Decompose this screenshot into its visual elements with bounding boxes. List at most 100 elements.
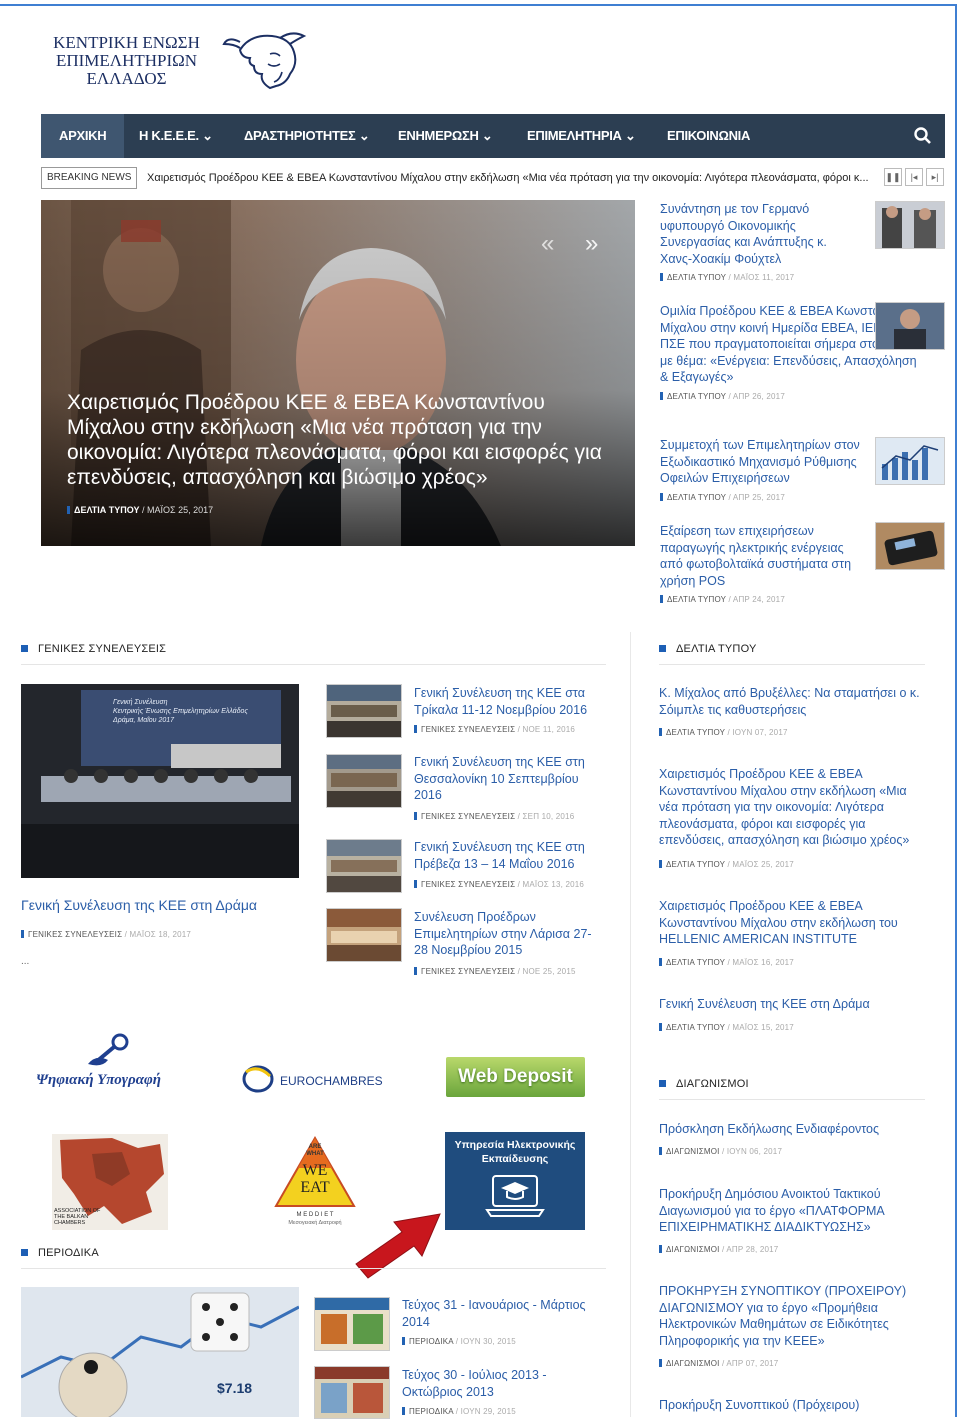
general-assembly-item-title[interactable]: Γενική Συνέλευση της ΚΕΕ στη Πρέβεζα 13 …: [414, 839, 604, 872]
graduation-laptop-icon: [485, 1175, 545, 1217]
category-marker: [659, 728, 662, 736]
search-icon[interactable]: [913, 126, 933, 146]
general-assembly-thumbnail[interactable]: [326, 684, 402, 738]
section-heading-press-releases: ΔΕΛΤΙΑ ΤΥΠΟΥ: [659, 643, 757, 663]
nav-item-kee[interactable]: Η Κ.Ε.Ε.Ε. ⌄: [139, 114, 213, 158]
periodical-item-title[interactable]: Τεύχος 31 - Ιανουάριος - Μάρτιος 2014: [402, 1297, 602, 1330]
periodical-cover-thumbnail[interactable]: [314, 1297, 390, 1351]
periodical-item-meta: ΠΕΡΙΟΔΙΚΑ / ΙΟΥΝ 30, 2015: [402, 1337, 516, 1346]
logo-line-2: ΕΠΙΜΕΛΗΤΗΡΙΩΝ: [55, 51, 198, 70]
pause-icon[interactable]: ❚❚: [884, 168, 902, 186]
balkan-chambers-logo[interactable]: ASSOCIATION OF THE BALKAN CHAMBERS: [52, 1134, 168, 1230]
category-marker: [414, 725, 417, 733]
e-learning-text: Υπηρεσία Ηλεκτρονικής Εκπαίδευσης: [454, 1139, 576, 1165]
general-assembly-item-title[interactable]: Γενική Συνέλευση της ΚΕΕ στη Θεσσαλονίκη…: [414, 754, 604, 804]
top-news-title[interactable]: Συμμετοχή των Επιμελητηρίων στον Εξωδικα…: [660, 437, 860, 487]
category-marker: [21, 930, 24, 938]
slider-prev-icon[interactable]: «: [541, 230, 554, 258]
breaking-news-text[interactable]: Χαιρετισμός Προέδρου ΚΕΕ & ΕΒΕΑ Κωνσταντ…: [147, 167, 875, 189]
site-logo[interactable]: ΚΕΝΤΡΙΚΗ ΕΝΩΣΗ ΕΠΙΜΕΛΗΤΗΡΙΩΝ ΕΛΛΑΔΟΣ: [44, 30, 307, 92]
general-assembly-item-meta: ΓΕΝΙΚΕΣ ΣΥΝΕΛΕΥΣΕΙΣ / ΣΕΠ 10, 2016: [414, 812, 574, 821]
breaking-news-bar: BREAKING NEWS Χαιρετισμός Προέδρου ΚΕΕ &…: [41, 167, 945, 189]
general-assembly-item-title[interactable]: Συνέλευση Προέδρων Επιμελητηρίων στην Λά…: [414, 909, 604, 959]
top-news-thumbnail[interactable]: [875, 302, 945, 350]
category-marker: [414, 880, 417, 888]
nav-item-chambers[interactable]: ΕΠΙΜΕΛΗΤΗΡΙΑ ⌄: [527, 114, 636, 158]
chevron-down-icon: ⌄: [202, 128, 213, 143]
category-marker: [402, 1407, 405, 1415]
hero-title[interactable]: Χαιρετισμός Προέδρου ΚΕΕ & ΕΒΕΑ Κωνσταντ…: [67, 390, 627, 490]
digital-signature-logo[interactable]: Ψηφιακή Υπογραφή: [36, 1030, 184, 1102]
e-learning-service-banner[interactable]: Υπηρεσία Ηλεκτρονικής Εκπαίδευσης: [445, 1132, 585, 1230]
general-assembly-item-meta: ΓΕΝΙΚΕΣ ΣΥΝΕΛΕΥΣΕΙΣ / ΝΟΕ 25, 2015: [414, 967, 576, 976]
svg-text:$7.18: $7.18: [217, 1380, 252, 1396]
general-assembly-thumbnail[interactable]: [326, 754, 402, 808]
meddiet-logo[interactable]: ARE WHAT WE EAT M E D D I E T Μεσογειακή…: [272, 1134, 358, 1230]
tender-title[interactable]: Προκήρυξη Συνοπτικού (Πρόχειρου): [659, 1397, 921, 1414]
press-release-title[interactable]: Χαιρετισμός Προέδρου ΚΕΕ & ΕΒΕΑ Κωνσταντ…: [659, 766, 923, 849]
nav-item-news[interactable]: ΕΝΗΜΕΡΩΣΗ ⌄: [398, 114, 493, 158]
nav-item-home[interactable]: ΑΡΧΙΚΗ: [41, 114, 125, 158]
slider-next-icon[interactable]: »: [585, 230, 598, 258]
nav-item-activities[interactable]: ΔΡΑΣΤΗΡΙΟΤΗΤΕΣ ⌄: [244, 114, 370, 158]
top-news-thumbnail[interactable]: [875, 201, 945, 249]
excerpt-ellipsis: ...: [21, 956, 30, 967]
category-marker: [660, 391, 663, 400]
category-marker: [660, 492, 663, 501]
periodical-item-title[interactable]: Τεύχος 30 - Ιούλιος 2013 - Οκτώβριος 201…: [402, 1367, 602, 1400]
eurochambres-swirl-icon: [242, 1065, 274, 1093]
general-assembly-thumbnail[interactable]: [326, 908, 402, 962]
hero-meta: ΔΕΛΤΙΑ ΤΥΠΟΥ / ΜΑΪΟΣ 25, 2017: [67, 505, 213, 515]
category-marker: [660, 595, 663, 603]
category-marker: [659, 958, 662, 966]
hero-slide[interactable]: « » Χαιρετισμός Προέδρου ΚΕΕ & ΕΒΕΑ Κωνσ…: [41, 200, 635, 546]
category-marker: [659, 1245, 662, 1253]
section-heading-general-assemblies: ΓΕΝΙΚΕΣ ΣΥΝΕΛΕΥΣΕΙΣ: [21, 643, 166, 663]
tender-meta: ΔΙΑΓΩΝΙΣΜΟΙ / ΑΠΡ 28, 2017: [659, 1245, 778, 1254]
top-news-meta: ΔΕΛΤΙΑ ΤΥΠΟΥ / ΑΠΡ 25, 2017: [660, 492, 944, 502]
previous-icon[interactable]: |◂: [905, 168, 923, 186]
tender-title[interactable]: Πρόσκληση Εκδήλωσης Ενδιαφέροντος: [659, 1121, 921, 1138]
press-release-title[interactable]: Κ. Μίχαλος από Βρυξέλλες: Να σταματήσει …: [659, 685, 921, 718]
top-news-thumbnail[interactable]: [875, 437, 945, 485]
web-deposit-logo[interactable]: Web Deposit: [446, 1057, 585, 1097]
general-assembly-item-title[interactable]: Γενική Συνέλευση της ΚΕΕ στα Τρίκαλα 11-…: [414, 685, 604, 718]
we-are-what-we-eat-text: ARE WHAT: [306, 1144, 324, 1157]
top-news-title[interactable]: Συνάντηση με τον Γερμανό υφυπουργό Οικον…: [660, 201, 860, 267]
window-frame-top: [0, 4, 957, 6]
periodical-cover-thumbnail[interactable]: [314, 1366, 390, 1419]
category-marker: [660, 273, 663, 281]
general-assembly-thumbnail[interactable]: [326, 839, 402, 893]
general-assembly-item-meta: ΓΕΝΙΚΕΣ ΣΥΝΕΛΕΥΣΕΙΣ / ΝΟΕ 11, 2016: [414, 725, 575, 734]
hero-date: ΜΑΪΟΣ 25, 2017: [147, 505, 214, 515]
top-news-meta: ΔΕΛΤΙΑ ΤΥΠΟΥ / ΑΠΡ 24, 2017: [660, 595, 944, 604]
tender-title[interactable]: Προκήρυξη Δημόσιου Ανοικτού Τακτικού Δια…: [659, 1186, 921, 1236]
press-release-title[interactable]: Χαιρετισμός Προέδρου ΚΕΕ & ΕΒΕΑ Κωνσταντ…: [659, 898, 921, 948]
category-marker: [659, 1023, 662, 1031]
top-news-meta: ΔΕΛΤΙΑ ΤΥΠΟΥ / ΜΑΪΟΣ 11, 2017: [660, 273, 944, 282]
tender-meta: ΔΙΑΓΩΝΙΣΜΟΙ / ΙΟΥΝ 06, 2017: [659, 1147, 782, 1156]
chevron-down-icon: ⌄: [481, 128, 493, 143]
section-divider: [21, 664, 606, 665]
general-assembly-featured-image[interactable]: Γενική Συνέλευση Κεντρικής Ένωσης Επιμελ…: [21, 684, 299, 878]
general-assembly-featured-title[interactable]: Γενική Συνέλευση της ΚΕΕ στη Δράμα: [21, 897, 311, 914]
next-icon[interactable]: ▸|: [926, 168, 944, 186]
nav-item-contact[interactable]: ΕΠΙΚΟΙΝΩΝΙΑ: [667, 114, 750, 158]
logo-line-3: ΕΛΛΑΔΟΣ: [86, 69, 167, 88]
top-news-thumbnail[interactable]: [875, 522, 945, 570]
general-assembly-featured-meta: ΓΕΝΙΚΕΣ ΣΥΝΕΛΕΥΣΕΙΣ / ΜΑΪΟΣ 18, 2017: [21, 930, 191, 939]
category-marker: [414, 967, 417, 975]
press-release-title[interactable]: Γενική Συνέλευση της ΚΕΕ στη Δράμα: [659, 996, 921, 1013]
red-arrow-annotation: [355, 1213, 441, 1279]
hero-category[interactable]: ΔΕΛΤΙΑ ΤΥΠΟΥ: [74, 505, 139, 515]
tender-title[interactable]: ΠΡΟΚΗΡΥΞΗ ΣΥΝΟΠΤΙΚΟΥ (ΠΡΟΧΕΙΡΟΥ) ΔΙΑΓΩΝΙ…: [659, 1283, 921, 1349]
eurochambres-logo[interactable]: EUROCHAMBRES: [240, 1062, 390, 1098]
category-marker: [659, 1359, 662, 1367]
section-heading-periodicals: ΠΕΡΙΟΔΙΚΑ: [21, 1247, 99, 1267]
category-marker: [659, 1147, 662, 1155]
top-news-title[interactable]: Εξαίρεση των επιχειρήσεων παραγωγής ηλεκ…: [660, 523, 860, 589]
finance-photo: $7.18: [21, 1287, 299, 1417]
periodicals-featured-image[interactable]: $7.18: [21, 1287, 299, 1417]
hermes-head-icon: [222, 32, 307, 90]
we-eat-text: WE EAT: [300, 1162, 330, 1196]
